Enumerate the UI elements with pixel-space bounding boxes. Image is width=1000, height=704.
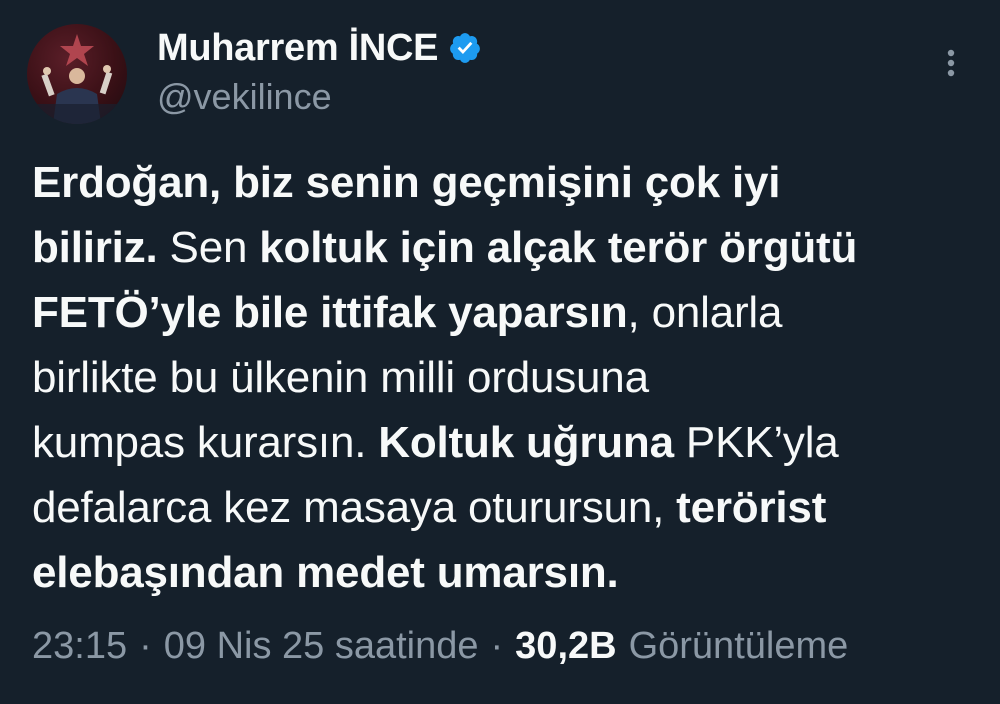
tweet-text-bold-segment: Erdoğan, biz senin geçmişini çok iyi (32, 158, 781, 207)
author-name-row: Muharrem İNCE (157, 26, 482, 70)
tweet-text-line: FETÖ’yle bile ittifak yaparsın, onlarla (32, 280, 977, 345)
tweet-text-line: defalarca kez masaya oturursun, terörist (32, 475, 977, 540)
tweet: Muharrem İNCE @vekilince Erdoğan, biz se… (0, 0, 1000, 704)
avatar[interactable] (27, 24, 127, 124)
tweet-text-bold-segment: biliriz. (32, 223, 158, 272)
tweet-text-bold-segment: Koltuk uğruna (378, 418, 674, 467)
tweet-text-bold-segment: elebaşından medet umarsın. (32, 548, 619, 597)
tweet-text-bold-segment: FETÖ’yle bile ittifak yaparsın (32, 288, 628, 337)
tweet-text-line: biliriz. Sen koltuk için alçak terör örg… (32, 215, 977, 280)
meta-separator: · (139, 625, 152, 667)
tweet-text-line: kumpas kurarsın. Koltuk uğruna PKK’yla (32, 410, 977, 475)
profile-photo-icon (37, 34, 117, 124)
tweet-time[interactable]: 23:15 (32, 625, 127, 668)
tweet-text-line: birlikte bu ülkenin milli ordusuna (32, 345, 977, 410)
tweet-text-segment: Sen (157, 223, 260, 272)
meta-separator: · (490, 625, 504, 667)
tweet-text-segment: defalarca kez masaya oturursun, (32, 483, 677, 532)
tweet-text-bold-segment: koltuk için alçak terör örgütü (259, 223, 858, 272)
views-count[interactable]: 30,2B (515, 625, 616, 668)
views-label: Görüntüleme (628, 625, 849, 667)
author-display-name[interactable]: Muharrem İNCE (157, 27, 438, 70)
tweet-text: Erdoğan, biz senin geçmişini çok iyi bili… (32, 150, 977, 605)
tweet-text-segment: , onlarla (627, 288, 783, 337)
tweet-text-segment: kumpas kurarsın. (32, 418, 379, 467)
tweet-date[interactable]: 09 Nis 25 saatinde (164, 625, 479, 668)
tweet-text-line: Erdoğan, biz senin geçmişini çok iyi (32, 150, 977, 215)
author-handle[interactable]: @vekilince (157, 76, 332, 118)
tweet-text-bold-segment: terörist (676, 483, 827, 532)
verified-badge-icon (448, 31, 482, 65)
tweet-meta: 23:15 · 09 Nis 25 saatinde · 30,2B Görün… (32, 625, 848, 668)
tweet-text-line: elebaşından medet umarsın. (32, 540, 977, 605)
tweet-text-segment: PKK’yla (673, 418, 839, 467)
tweet-text-segment: birlikte bu ülkenin milli ordusuna (32, 353, 649, 402)
more-options-icon[interactable] (934, 46, 968, 80)
